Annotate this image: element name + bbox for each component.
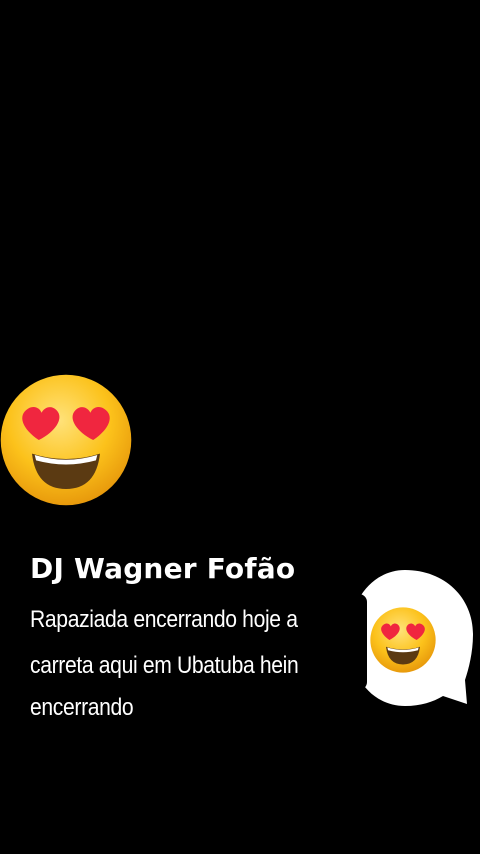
author-name: DJ Wagner Fofão [30,552,296,585]
caption-line: Rapaziada encerrando hoje a [30,606,298,633]
caption-line: carreta aqui em Ubatuba hein [30,652,299,679]
heart-eyes-emoji-icon [0,374,132,506]
heart-eyes-emoji-icon [370,607,436,673]
caption-line: encerrando [30,694,134,721]
emoji-reaction-bubble [345,570,473,706]
